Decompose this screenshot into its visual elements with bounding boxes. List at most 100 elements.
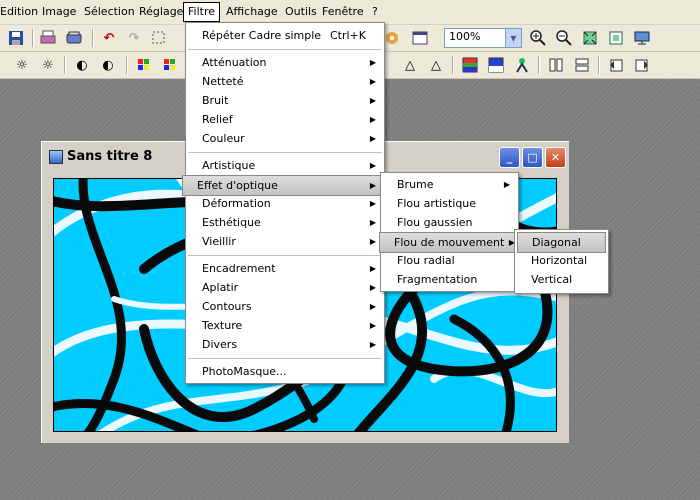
- effects-icon[interactable]: [382, 28, 402, 48]
- redo-icon[interactable]: ↷: [124, 28, 144, 48]
- chevron-right-icon: ▶: [369, 161, 376, 170]
- sharpen-icon[interactable]: △: [400, 55, 420, 75]
- menu-item-label: Vieillir: [202, 235, 236, 248]
- flip-horizontal-icon[interactable]: [546, 55, 566, 75]
- color-up-icon[interactable]: [160, 55, 180, 75]
- optique-submenu: Brume ▶ Flou artistique Flou gaussien Flo…: [379, 172, 522, 292]
- brightness-up-icon[interactable]: ☼: [38, 55, 58, 75]
- document-title: Sans titre 8: [67, 149, 153, 164]
- menu-item-diagonal[interactable]: Diagonal: [517, 232, 606, 253]
- chevron-right-icon: ▶: [369, 96, 376, 105]
- print-icon[interactable]: [38, 28, 58, 48]
- monochrome-icon[interactable]: [486, 55, 506, 75]
- menu-item-bruit[interactable]: Bruit ▶: [188, 91, 382, 110]
- menu-item-label: Fragmentation: [397, 273, 478, 286]
- toolbar-separator: [126, 56, 128, 74]
- contrast-down-icon[interactable]: ◐: [72, 55, 92, 75]
- menu-item-label: Aplatir: [202, 281, 239, 294]
- menu-item-flou-artistique[interactable]: Flou artistique: [383, 194, 516, 213]
- menu-selection[interactable]: Sélection: [80, 3, 139, 21]
- repeat-shortcut: Ctrl+K: [329, 29, 366, 42]
- menu-item-label: Bruit: [202, 94, 229, 107]
- chevron-right-icon: ▶: [369, 283, 376, 292]
- toolbar-separator: [92, 29, 94, 47]
- actual-size-icon[interactable]: [606, 28, 626, 48]
- close-button[interactable]: ✕: [545, 147, 566, 168]
- rotate-right-icon[interactable]: [632, 55, 652, 75]
- menu-item-label: Flou de mouvement: [394, 236, 505, 249]
- toolbar-separator: [538, 56, 540, 74]
- brightness-down-icon[interactable]: ☼: [12, 55, 32, 75]
- contrast-up-icon[interactable]: ◐: [98, 55, 118, 75]
- menu-item-label: Diagonal: [532, 236, 581, 249]
- color-down-icon[interactable]: [134, 55, 154, 75]
- menu-help[interactable]: ?: [368, 3, 382, 21]
- menu-item-artistique[interactable]: Artistique ▶: [188, 156, 382, 175]
- menu-edition[interactable]: Edition: [0, 3, 42, 21]
- menu-item-effet-optique[interactable]: Effet d'optique ▶: [182, 175, 383, 196]
- zoom-in-icon[interactable]: [528, 28, 548, 48]
- chevron-right-icon: ▶: [369, 134, 376, 143]
- menu-item-label: Encadrement: [202, 262, 276, 275]
- menu-item-flou-radial[interactable]: Flou radial: [383, 251, 516, 270]
- menu-item-couleur[interactable]: Couleur ▶: [188, 129, 382, 148]
- person-icon[interactable]: [512, 55, 532, 75]
- menu-item-flou-mouvement[interactable]: Flou de mouvement ▶: [379, 232, 522, 253]
- window-icon[interactable]: [410, 28, 430, 48]
- menu-separator: [188, 152, 382, 153]
- menu-reglage[interactable]: Réglage: [135, 3, 187, 21]
- maximize-button[interactable]: □: [522, 147, 543, 168]
- menu-item-brume[interactable]: Brume ▶: [383, 175, 516, 194]
- menu-item-texture[interactable]: Texture ▶: [188, 316, 382, 335]
- menu-item-label: Déformation: [202, 197, 271, 210]
- menu-item-label: Flou gaussien: [397, 216, 473, 229]
- minimize-button[interactable]: _: [499, 147, 520, 168]
- toolbar-separator: [452, 56, 454, 74]
- menu-item-attenuation[interactable]: Atténuation ▶: [188, 53, 382, 72]
- undo-icon[interactable]: ↶: [99, 28, 119, 48]
- menu-item-label: PhotoMasque...: [202, 365, 287, 378]
- menu-filtre[interactable]: Filtre: [183, 2, 221, 22]
- menu-item-photomasque[interactable]: PhotoMasque...: [188, 362, 382, 381]
- menu-item-horizontal[interactable]: Horizontal: [517, 251, 606, 270]
- save-icon[interactable]: [6, 28, 26, 48]
- menu-item-esthetique[interactable]: Esthétique ▶: [188, 213, 382, 232]
- menu-item-contours[interactable]: Contours ▶: [188, 297, 382, 316]
- menu-item-flou-gaussien[interactable]: Flou gaussien: [383, 213, 516, 232]
- selection-icon[interactable]: [149, 28, 169, 48]
- menu-item-vieillir[interactable]: Vieillir ▶: [188, 232, 382, 251]
- menu-item-label: Brume: [397, 178, 434, 191]
- menu-affichage[interactable]: Affichage: [222, 3, 282, 21]
- document-icon: [49, 150, 63, 164]
- rotate-left-icon[interactable]: [606, 55, 626, 75]
- menu-item-label: Relief: [202, 113, 233, 126]
- fit-image-icon[interactable]: [580, 28, 600, 48]
- menu-item-relief[interactable]: Relief ▶: [188, 110, 382, 129]
- chevron-right-icon: ▶: [369, 58, 376, 67]
- toolbar-separator: [32, 29, 34, 47]
- chevron-right-icon: ▶: [503, 180, 510, 189]
- menu-item-nettete[interactable]: Netteté ▶: [188, 72, 382, 91]
- zoom-value: 100%: [449, 30, 481, 43]
- zoom-select[interactable]: 100% ▼: [444, 28, 522, 48]
- gradient-icon[interactable]: [460, 55, 480, 75]
- menu-item-label: Horizontal: [531, 254, 588, 267]
- menu-item-divers[interactable]: Divers ▶: [188, 335, 382, 354]
- menu-item-vertical[interactable]: Vertical: [517, 270, 606, 289]
- menu-item-encadrement[interactable]: Encadrement ▶: [188, 259, 382, 278]
- blur-icon[interactable]: △: [426, 55, 446, 75]
- menu-item-fragmentation[interactable]: Fragmentation: [383, 270, 516, 289]
- menu-item-deformation[interactable]: Déformation ▶: [188, 194, 382, 213]
- chevron-right-icon: ▶: [369, 199, 376, 208]
- fullscreen-icon[interactable]: [632, 28, 652, 48]
- chevron-down-icon[interactable]: ▼: [505, 29, 521, 47]
- scan-icon[interactable]: [64, 28, 84, 48]
- zoom-out-icon[interactable]: [554, 28, 574, 48]
- menu-outils[interactable]: Outils: [281, 3, 321, 21]
- menu-item-label: Vertical: [531, 273, 573, 286]
- menu-fenetre[interactable]: Fenêtre: [318, 3, 368, 21]
- menu-item-aplatir[interactable]: Aplatir ▶: [188, 278, 382, 297]
- menu-image[interactable]: Image: [38, 3, 80, 21]
- menu-item-repeter[interactable]: Répéter Cadre simple Ctrl+K: [188, 26, 382, 45]
- flip-vertical-icon[interactable]: [572, 55, 592, 75]
